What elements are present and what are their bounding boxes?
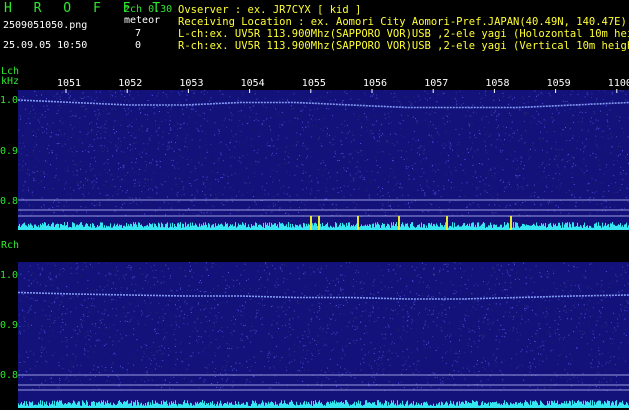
spectrogram-canvas (17, 89, 629, 408)
khz-label: kHz (1, 76, 20, 87)
time-tick-1054: 1054 (240, 78, 265, 89)
time-tick-1053: 1053 (179, 78, 204, 89)
time-tick-1052: 1052 (118, 78, 143, 89)
lch-ytick-0-9: 0.9 (0, 146, 19, 157)
time-tick-1057: 1057 (424, 78, 449, 89)
rch-ytick-1-0: 1.0 (0, 270, 19, 281)
meteor-mark-2 (318, 216, 320, 230)
lch-ytick-0-8: 0.8 (0, 196, 19, 207)
meteor-mark-1 (310, 216, 312, 230)
rch-label: Rch (1, 240, 20, 251)
meteor-mark-4 (398, 216, 400, 230)
meteor-mark-6 (510, 216, 512, 230)
time-tick-1056: 1056 (363, 78, 388, 89)
rch-ytick-0-9: 0.9 (0, 320, 19, 331)
rch-ytick-0-8: 0.8 (0, 370, 19, 381)
time-tick-1059: 1059 (546, 78, 571, 89)
time-tick-1055: 1055 (301, 78, 326, 89)
meteor-mark-3 (357, 216, 359, 230)
lch-spectrogram-area (18, 90, 629, 230)
lch-ytick-1-0: 1.0 (0, 95, 19, 106)
time-tick-1051: 1051 (57, 78, 82, 89)
time-tick-1058: 1058 (485, 78, 510, 89)
time-tick-1100: 1100 (607, 78, 629, 89)
rch-spectrogram-area (18, 262, 629, 408)
meteor-mark-5 (446, 216, 448, 230)
